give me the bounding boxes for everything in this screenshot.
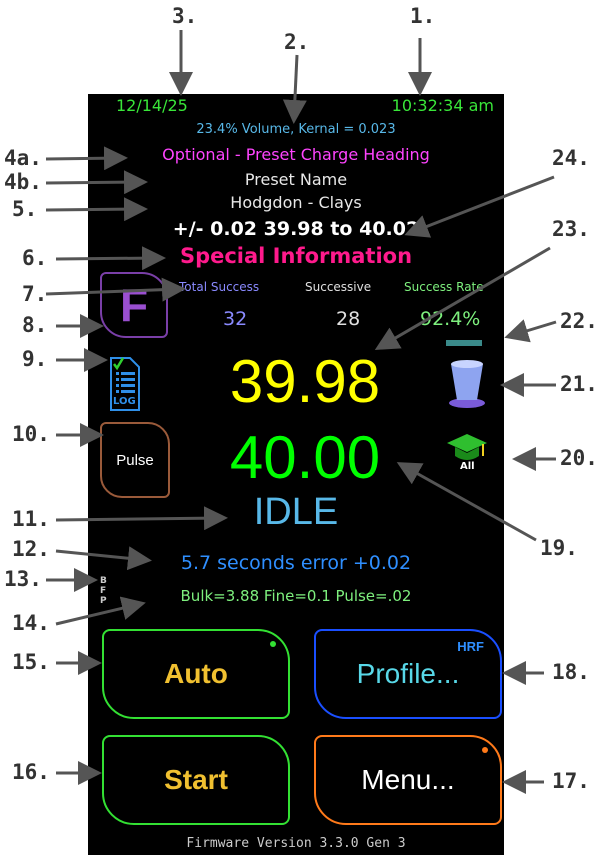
callout-13: 13. [4,567,42,591]
callout-5: 5. [12,197,38,221]
callout-4a: 4a. [4,146,42,170]
callout-22: 22. [560,309,598,333]
callout-10: 10. [12,422,50,446]
callout-24: 24. [552,146,590,170]
callout-17: 17. [552,769,590,793]
callout-16: 16. [12,760,50,784]
callout-8: 8. [22,313,48,337]
callout-15: 15. [12,650,50,674]
callout-20: 20. [560,446,598,470]
callout-12: 12. [12,537,50,561]
callout-9: 9. [22,347,48,371]
callout-6: 6. [22,246,48,270]
callout-21: 21. [560,372,598,396]
callout-23: 23. [552,217,590,241]
callout-4b: 4b. [4,170,42,194]
callout-18: 18. [552,660,590,684]
callout-7: 7. [22,282,48,306]
callout-1: 1. [410,4,436,28]
callout-11: 11. [12,507,50,531]
callout-arrows [45,30,557,794]
callout-3: 3. [172,4,198,28]
callout-14: 14. [12,611,50,635]
callout-2: 2. [284,30,310,54]
callout-19: 19. [540,536,578,560]
